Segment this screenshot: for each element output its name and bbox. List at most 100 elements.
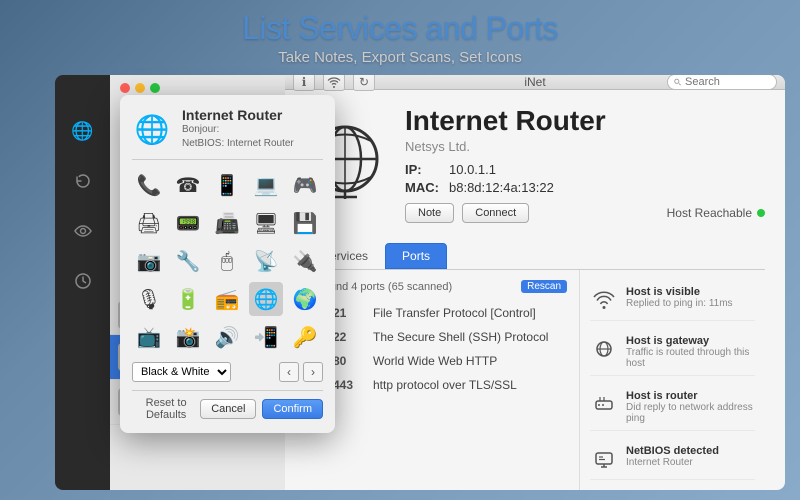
icon-cell-mobile2[interactable]: 📲 <box>249 320 283 354</box>
icon-cell-printer[interactable]: 🖨 <box>132 206 166 240</box>
port-name-21: File Transfer Protocol [Control] <box>373 306 536 320</box>
port-item-22: 22 The Secure Shell (SSH) Protocol <box>305 325 579 349</box>
icon-cell-fax[interactable]: 📠 <box>210 206 244 240</box>
netbios-status-icon <box>590 445 618 473</box>
device-name-title: Internet Router <box>405 105 765 137</box>
icon-cell-radio[interactable]: 📻 <box>210 282 244 316</box>
icon-cell-key[interactable]: 🔑 <box>288 320 322 354</box>
sidebar-icon-clock[interactable] <box>67 265 99 297</box>
netbios-text: NetBIOS detected Internet Router <box>626 445 755 468</box>
sidebar-icon-refresh[interactable] <box>67 165 99 197</box>
icon-cell-mouse[interactable]: 🖱 <box>210 244 244 278</box>
info-icon-button[interactable]: ℹ <box>293 75 315 91</box>
picker-prev[interactable]: ‹ <box>279 362 299 382</box>
device-detail: Internet Router Netsys Ltd. IP: 10.0.1.1… <box>285 90 785 490</box>
picker-nav: ‹ › <box>279 362 323 382</box>
picker-bonjour: Bonjour: NetBIOS: Internet Router <box>182 123 294 151</box>
search-box[interactable] <box>667 75 777 90</box>
port-item-80: 80 World Wide Web HTTP <box>305 349 579 373</box>
icon-cell-globe2[interactable]: 🌍 <box>288 282 322 316</box>
icon-cell-phone[interactable]: 📞 <box>132 168 166 202</box>
port-number-80: 80 <box>333 354 363 368</box>
port-name-443: http protocol over TLS/SSL <box>373 378 517 392</box>
icon-cell-camera[interactable]: 📷 <box>132 244 166 278</box>
netbios-sub: Internet Router <box>626 457 755 468</box>
ports-content: Found 4 ports (65 scanned) Rescan 21 Fil… <box>305 270 765 490</box>
status-host-router: Host is router Did reply to network addr… <box>590 384 755 431</box>
style-select[interactable]: Black & White Color Dark <box>132 362 231 382</box>
port-number-22: 22 <box>333 330 363 344</box>
maximize-button[interactable] <box>150 83 160 93</box>
main-content: ℹ ↻ <box>285 75 785 490</box>
sidebar-icon-network[interactable]: 🌐 <box>67 115 99 147</box>
icon-cell-camera2[interactable]: 📸 <box>171 320 205 354</box>
device-mac: MAC: b8:8d:12:4a:13:22 <box>405 180 765 195</box>
rescan-badge[interactable]: Rescan <box>521 280 567 293</box>
tab-ports[interactable]: Ports <box>385 243 447 269</box>
icon-cell-gamepad[interactable]: 🎮 <box>288 168 322 202</box>
router-sub: Did reply to network address ping <box>626 402 755 424</box>
icon-cell-phone2[interactable]: ☎ <box>171 168 205 202</box>
refresh-icon-button[interactable]: ↻ <box>353 75 375 91</box>
icon-picker-footer: Black & White Color Dark ‹ › <box>132 362 323 382</box>
router-text: Host is router Did reply to network addr… <box>626 390 755 424</box>
device-actions: Note Connect Host Reachable <box>405 203 765 223</box>
host-visible-text: Host is visible Replied to ping in: 11ms <box>626 286 755 309</box>
device-info-section: Internet Router Netsys Ltd. IP: 10.0.1.1… <box>405 105 765 223</box>
minimize-button[interactable] <box>135 83 145 93</box>
ip-value: 10.0.1.1 <box>449 162 496 177</box>
status-panel: Host is visible Replied to ping in: 11ms <box>580 270 765 490</box>
port-item-21: 21 File Transfer Protocol [Control] <box>305 301 579 325</box>
picker-btn-group: Cancel Confirm <box>200 399 323 419</box>
cancel-button[interactable]: Cancel <box>200 399 256 419</box>
picker-globe-icon: 🌐 <box>132 109 172 149</box>
picker-title: Internet Router <box>182 107 294 123</box>
device-ip: IP: 10.0.1.1 <box>405 162 765 177</box>
hero-title: List Services and Ports <box>0 10 800 47</box>
icon-cell-wrench[interactable]: 🔧 <box>171 244 205 278</box>
picker-actions: Reset to Defaults Cancel Confirm <box>132 390 323 421</box>
device-header: Internet Router Netsys Ltd. IP: 10.0.1.1… <box>305 105 765 223</box>
ip-label: IP: <box>405 162 443 177</box>
port-item-443: 443 http protocol over TLS/SSL <box>305 373 579 397</box>
wifi-icon-button[interactable] <box>323 75 345 91</box>
icon-cell-disk[interactable]: 💾 <box>288 206 322 240</box>
hero-subtitle: Take Notes, Export Scans, Set Icons <box>0 49 800 66</box>
icon-grid: 📞 ☎ 📱 💻 🎮 🖨 📟 📠 🖥 💾 📷 🔧 🖱 📡 🔌 🎙 🔋 📻 🌐 <box>132 168 323 354</box>
icon-cell-speaker[interactable]: 🔊 <box>210 320 244 354</box>
icon-cell-pager[interactable]: 📟 <box>171 206 205 240</box>
icon-picker: 🌐 Internet Router Bonjour: NetBIOS: Inte… <box>120 95 335 433</box>
port-number-443: 443 <box>333 378 363 392</box>
status-host-visible: Host is visible Replied to ping in: 11ms <box>590 280 755 321</box>
sidebar-icon-eye[interactable] <box>67 215 99 247</box>
reachable-label: Host Reachable <box>667 206 752 220</box>
tabs: Services Ports <box>305 243 765 270</box>
icon-cell-laptop[interactable]: 💻 <box>249 168 283 202</box>
ports-header: Found 4 ports (65 scanned) Rescan <box>305 280 579 301</box>
picker-next[interactable]: › <box>303 362 323 382</box>
status-host-gateway: Host is gateway Traffic is routed throug… <box>590 329 755 376</box>
confirm-button[interactable]: Confirm <box>262 399 323 419</box>
icon-cell-mobile[interactable]: 📱 <box>210 168 244 202</box>
icon-cell-tv[interactable]: 📺 <box>132 320 166 354</box>
reset-defaults-button[interactable]: Reset to Defaults <box>132 397 200 421</box>
connect-button[interactable]: Connect <box>462 203 529 223</box>
port-name-22: The Secure Shell (SSH) Protocol <box>373 330 548 344</box>
close-button[interactable] <box>120 83 130 93</box>
sidebar: 🌐 <box>55 75 110 490</box>
gateway-status-icon <box>590 335 618 363</box>
wifi-status-icon <box>590 286 618 314</box>
icon-cell-desktop[interactable]: 🖥 <box>249 206 283 240</box>
icon-picker-header: 🌐 Internet Router Bonjour: NetBIOS: Inte… <box>132 107 323 160</box>
titlebar-icons: ℹ ↻ <box>293 75 375 91</box>
note-button[interactable]: Note <box>405 203 454 223</box>
icon-cell-plug[interactable]: 🔌 <box>288 244 322 278</box>
icon-cell-globe[interactable]: 🌐 <box>249 282 283 316</box>
icon-cell-battery[interactable]: 🔋 <box>171 282 205 316</box>
ports-found-text: Found 4 ports (65 scanned) <box>317 281 452 293</box>
port-name-80: World Wide Web HTTP <box>373 354 497 368</box>
icon-cell-satellite[interactable]: 📡 <box>249 244 283 278</box>
status-netbios: NetBIOS detected Internet Router <box>590 439 755 480</box>
search-input[interactable] <box>685 76 770 88</box>
icon-cell-mic[interactable]: 🎙 <box>132 282 166 316</box>
